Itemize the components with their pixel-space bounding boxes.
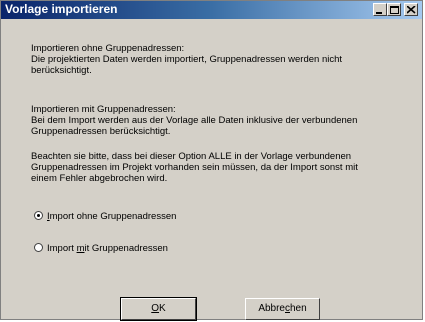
close-icon bbox=[407, 6, 416, 14]
close-button[interactable] bbox=[404, 3, 418, 16]
option1-label: Import ohne Gruppenadressen bbox=[47, 211, 177, 222]
option2-label: Import mit Gruppenadressen bbox=[47, 243, 168, 254]
section1-heading: Importieren ohne Gruppenadressen: bbox=[31, 43, 185, 54]
minimize-icon bbox=[376, 12, 382, 14]
ok-button[interactable]: OK bbox=[120, 297, 197, 321]
section1-text-line1: Die projektierten Daten werden importier… bbox=[31, 54, 343, 65]
section1-text-line2: berücksichtigt. bbox=[31, 65, 92, 76]
section2-text-line2: Gruppenadressen berücksichtigt. bbox=[31, 126, 171, 137]
radio-button-unselected[interactable] bbox=[34, 243, 43, 252]
cancel-button[interactable]: Abbrechen bbox=[245, 298, 320, 320]
section-without-addresses: Importieren ohne Gruppenadressen: Die pr… bbox=[31, 43, 401, 76]
section-with-addresses: Importieren mit Gruppenadressen: Bei dem… bbox=[31, 104, 401, 137]
radio-import-with-addresses[interactable]: Import mit Gruppenadressen bbox=[34, 243, 168, 256]
maximize-button[interactable] bbox=[387, 3, 401, 16]
radio-button-selected[interactable] bbox=[34, 211, 43, 220]
note-line2: Gruppenadressen im Projekt vorhanden sei… bbox=[31, 162, 358, 173]
section2-text-line1: Bei dem Import werden aus der Vorlage al… bbox=[31, 115, 358, 126]
title-bar[interactable]: Vorlage importieren bbox=[1, 1, 422, 19]
note-line1: Beachten sie bitte, dass bei dieser Opti… bbox=[31, 151, 352, 162]
radio-import-without-addresses[interactable]: Import ohne Gruppenadressen bbox=[34, 211, 176, 224]
dialog-title: Vorlage importieren bbox=[5, 2, 118, 16]
import-template-dialog: Vorlage importieren Importieren ohne Gru… bbox=[0, 0, 423, 321]
minimize-button[interactable] bbox=[373, 3, 387, 16]
note-line3: einem Fehler abgebrochen wird. bbox=[31, 173, 168, 184]
section2-heading: Importieren mit Gruppenadressen: bbox=[31, 104, 176, 115]
warning-note: Beachten sie bitte, dass bei dieser Opti… bbox=[31, 151, 401, 184]
maximize-icon bbox=[390, 6, 399, 14]
